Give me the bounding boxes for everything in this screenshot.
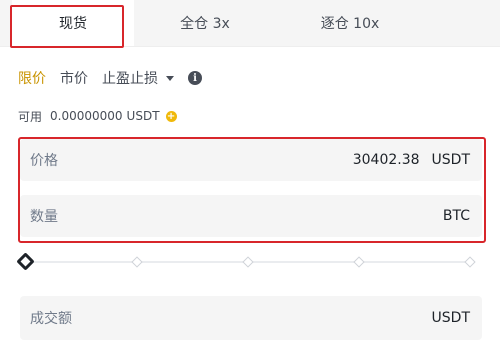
available-unit: USDT — [126, 109, 160, 123]
tab-spot[interactable]: 现货 — [12, 0, 134, 46]
total-field[interactable]: 成交额 USDT — [20, 296, 482, 340]
slider-stop-75[interactable] — [353, 256, 365, 268]
info-icon[interactable]: i — [188, 71, 202, 85]
available-label: 可用 — [18, 109, 43, 124]
available-amount: 0.00000000 — [50, 109, 123, 123]
order-type-limit[interactable]: 限价 — [18, 68, 46, 88]
price-value[interactable]: 30402.38 — [353, 152, 420, 168]
tab-isolated-label: 逐仓 10x — [320, 16, 380, 32]
slider-stop-100[interactable] — [464, 256, 476, 268]
total-label: 成交额 — [30, 311, 72, 327]
quantity-unit: BTC — [442, 208, 470, 224]
quantity-label: 数量 — [30, 209, 58, 225]
tab-spot-label: 现货 — [59, 16, 87, 32]
slider-handle[interactable] — [16, 252, 35, 271]
quantity-field[interactable]: 数量 BTC — [20, 195, 482, 237]
margin-mode-tabs: 现货 全仓 3x 逐仓 10x — [0, 0, 500, 47]
available-balance: 可用 0.00000000 USDT + — [18, 107, 177, 125]
order-type-selector: 限价 市价 止盈止损 i — [18, 68, 202, 88]
order-type-market[interactable]: 市价 — [60, 68, 88, 88]
tab-cross[interactable]: 全仓 3x — [150, 0, 260, 46]
price-field[interactable]: 价格 30402.38 USDT — [20, 139, 482, 181]
price-label: 价格 — [30, 153, 58, 169]
tab-cross-label: 全仓 3x — [180, 16, 230, 32]
price-unit: USDT — [431, 152, 470, 168]
amount-percent-slider[interactable] — [16, 252, 478, 271]
order-type-stop-limit-label: 止盈止损 — [102, 71, 158, 87]
tab-isolated[interactable]: 逐仓 10x — [290, 0, 410, 46]
slider-stop-50[interactable] — [242, 256, 254, 268]
order-type-stop-limit[interactable]: 止盈止损 — [102, 68, 174, 88]
slider-stop-25[interactable] — [131, 256, 143, 268]
total-unit: USDT — [431, 310, 470, 326]
transfer-plus-icon[interactable]: + — [165, 110, 177, 122]
caret-down-icon — [166, 75, 174, 81]
